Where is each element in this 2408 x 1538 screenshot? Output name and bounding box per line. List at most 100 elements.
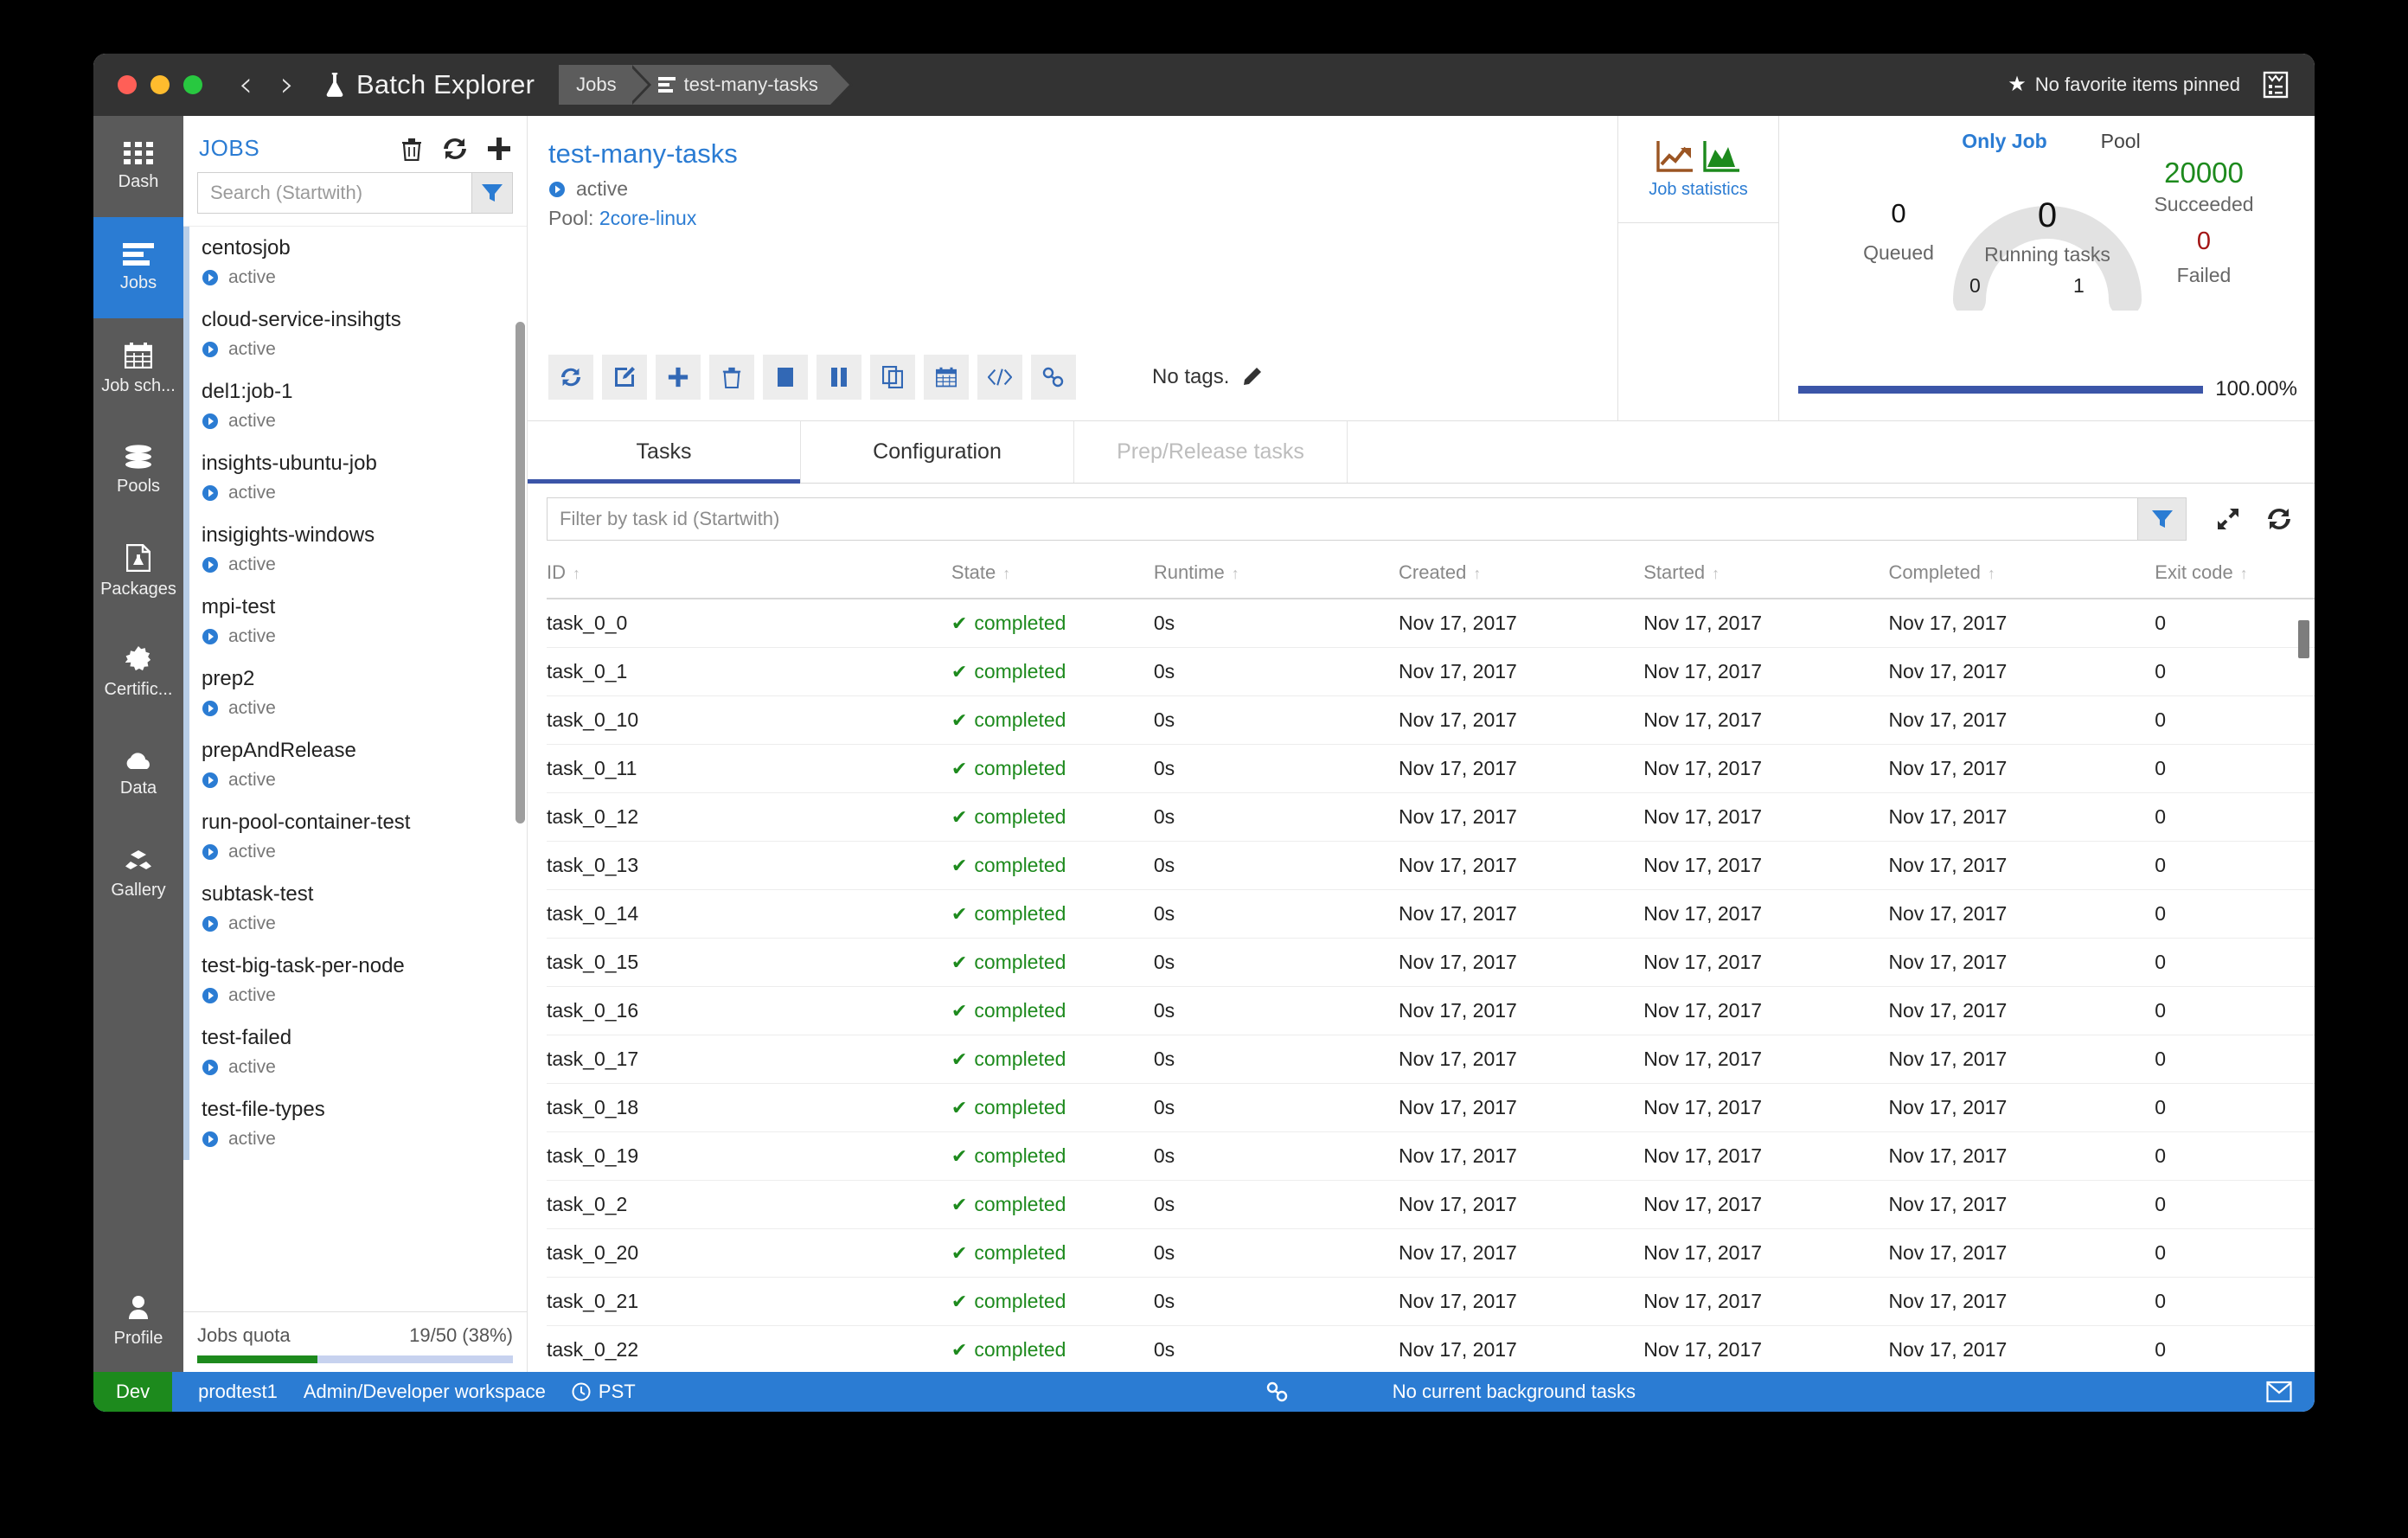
maximize-window-button[interactable] bbox=[183, 75, 202, 94]
jobs-list[interactable]: centosjobactivecloud-service-insihgtsact… bbox=[183, 226, 527, 1311]
disable-button[interactable] bbox=[817, 355, 861, 400]
column-header-state[interactable]: State↑ bbox=[951, 553, 1154, 599]
job-list-item[interactable]: prepAndReleaseactive bbox=[183, 729, 527, 801]
job-statistics-button[interactable]: Job statistics bbox=[1618, 116, 1778, 223]
job-list-item-state-label: active bbox=[228, 770, 276, 791]
table-row[interactable]: task_0_13✔completed0sNov 17, 2017Nov 17,… bbox=[547, 842, 2315, 890]
link-button[interactable] bbox=[1031, 355, 1076, 400]
check-icon: ✔ bbox=[951, 855, 967, 876]
minimize-window-button[interactable] bbox=[150, 75, 170, 94]
task-table-scrollbar[interactable] bbox=[2298, 620, 2309, 658]
task-filter-input[interactable] bbox=[547, 497, 2138, 541]
schedule-button[interactable] bbox=[924, 355, 969, 400]
edit-button[interactable] bbox=[602, 355, 647, 400]
table-row[interactable]: task_0_2✔completed0sNov 17, 2017Nov 17, … bbox=[547, 1181, 2315, 1229]
plus-icon[interactable] bbox=[487, 137, 511, 161]
column-header-completed[interactable]: Completed↑ bbox=[1888, 553, 2155, 599]
job-list-item[interactable]: cloud-service-insihgtsactive bbox=[183, 298, 527, 370]
sidebar-item-profile[interactable]: Profile bbox=[93, 1271, 183, 1372]
refresh-icon[interactable] bbox=[2266, 507, 2292, 531]
table-row[interactable]: task_0_12✔completed0sNov 17, 2017Nov 17,… bbox=[547, 793, 2315, 842]
column-header-exit-code[interactable]: Exit code↑ bbox=[2155, 553, 2315, 599]
job-list-item[interactable]: test-big-task-per-nodeactive bbox=[183, 945, 527, 1016]
table-row[interactable]: task_0_10✔completed0sNov 17, 2017Nov 17,… bbox=[547, 696, 2315, 745]
status-timezone[interactable]: PST bbox=[546, 1381, 636, 1403]
job-list-item[interactable]: test-failedactive bbox=[183, 1016, 527, 1088]
job-list-item[interactable]: run-pool-container-testactive bbox=[183, 801, 527, 873]
breadcrumb-item-job[interactable]: test-many-tasks bbox=[629, 65, 830, 105]
table-row[interactable]: task_0_18✔completed0sNov 17, 2017Nov 17,… bbox=[547, 1084, 2315, 1132]
job-list-item[interactable]: mpi-testactive bbox=[183, 586, 527, 657]
refresh-button[interactable] bbox=[548, 355, 593, 400]
sidebar-item-data[interactable]: Data bbox=[93, 723, 183, 824]
filter-icon bbox=[2151, 509, 2174, 529]
job-list-item[interactable]: insigights-windowsactive bbox=[183, 514, 527, 586]
column-label: State bbox=[951, 561, 996, 583]
sidebar-item-packages[interactable]: Packages bbox=[93, 521, 183, 622]
terminate-button[interactable] bbox=[763, 355, 808, 400]
table-row[interactable]: task_0_22✔completed0sNov 17, 2017Nov 17,… bbox=[547, 1326, 2315, 1373]
close-window-button[interactable] bbox=[118, 75, 137, 94]
jobs-filter-button[interactable] bbox=[472, 172, 513, 214]
json-button[interactable] bbox=[977, 355, 1022, 400]
forward-button[interactable]: › bbox=[266, 67, 308, 102]
job-pool-link[interactable]: 2core-linux bbox=[599, 207, 697, 229]
column-header-id[interactable]: ID↑ bbox=[547, 553, 951, 599]
refresh-icon[interactable] bbox=[442, 137, 468, 161]
job-list-item[interactable]: del1:job-1active bbox=[183, 370, 527, 442]
table-row[interactable]: task_0_16✔completed0sNov 17, 2017Nov 17,… bbox=[547, 987, 2315, 1035]
job-list-item[interactable]: insights-ubuntu-jobactive bbox=[183, 442, 527, 514]
trash-icon[interactable] bbox=[400, 137, 423, 161]
tab-prep-release-tasks[interactable]: Prep/Release tasks bbox=[1074, 421, 1348, 483]
mail-icon[interactable] bbox=[2266, 1381, 2292, 1403]
delete-button[interactable] bbox=[709, 355, 754, 400]
table-row[interactable]: task_0_15✔completed0sNov 17, 2017Nov 17,… bbox=[547, 939, 2315, 987]
breadcrumb-item-jobs[interactable]: Jobs bbox=[559, 65, 628, 105]
table-row[interactable]: task_0_20✔completed0sNov 17, 2017Nov 17,… bbox=[547, 1229, 2315, 1278]
cell-started: Nov 17, 2017 bbox=[1643, 890, 1888, 939]
column-header-runtime[interactable]: Runtime↑ bbox=[1154, 553, 1399, 599]
table-row[interactable]: task_0_14✔completed0sNov 17, 2017Nov 17,… bbox=[547, 890, 2315, 939]
job-list-item-name: insights-ubuntu-job bbox=[202, 451, 527, 477]
task-table-wrapper[interactable]: ID↑ State↑ Runtime↑ Created↑ bbox=[528, 553, 2315, 1372]
sidebar-item-job-schedules[interactable]: Job sch... bbox=[93, 318, 183, 420]
task-filter-button[interactable] bbox=[2138, 497, 2187, 541]
jobs-list-scrollbar[interactable] bbox=[516, 322, 525, 823]
clone-button[interactable] bbox=[870, 355, 915, 400]
sidebar-item-pools[interactable]: Pools bbox=[93, 420, 183, 521]
job-list-item-state-label: active bbox=[228, 985, 276, 1006]
job-list-item[interactable]: test-file-typesactive bbox=[183, 1088, 527, 1160]
sidebar-item-label: Pools bbox=[117, 477, 160, 497]
tab-configuration[interactable]: Configuration bbox=[801, 421, 1074, 483]
column-header-started[interactable]: Started↑ bbox=[1643, 553, 1888, 599]
tab-tasks[interactable]: Tasks bbox=[528, 421, 801, 483]
environment-badge[interactable]: Dev bbox=[93, 1372, 172, 1412]
table-row[interactable]: task_0_21✔completed0sNov 17, 2017Nov 17,… bbox=[547, 1278, 2315, 1326]
status-account[interactable]: prodtest1 bbox=[172, 1381, 278, 1403]
table-row[interactable]: task_0_1✔completed0sNov 17, 2017Nov 17, … bbox=[547, 648, 2315, 696]
job-list-item[interactable]: subtask-testactive bbox=[183, 873, 527, 945]
table-row[interactable]: task_0_0✔completed0sNov 17, 2017Nov 17, … bbox=[547, 599, 2315, 648]
favorites-indicator[interactable]: ★ No favorite items pinned bbox=[2008, 74, 2240, 96]
sidebar-item-jobs[interactable]: Jobs bbox=[93, 217, 183, 318]
back-button[interactable]: ‹ bbox=[225, 67, 266, 102]
table-row[interactable]: task_0_17✔completed0sNov 17, 2017Nov 17,… bbox=[547, 1035, 2315, 1084]
pencil-icon[interactable] bbox=[1241, 367, 1262, 388]
clipboard-icon[interactable] bbox=[2263, 71, 2289, 99]
job-list-item[interactable]: prep2active bbox=[183, 657, 527, 729]
cell-completed: Nov 17, 2017 bbox=[1888, 1084, 2155, 1132]
sidebar-item-dash[interactable]: Dash bbox=[93, 116, 183, 217]
status-workspace[interactable]: Admin/Developer workspace bbox=[278, 1381, 546, 1403]
expand-icon[interactable] bbox=[2216, 507, 2240, 531]
sidebar-item-certificates[interactable]: Certific... bbox=[93, 622, 183, 723]
gauge-tab-pool[interactable]: Pool bbox=[2101, 130, 2141, 153]
add-task-button[interactable] bbox=[656, 355, 701, 400]
job-list-item[interactable]: centosjobactive bbox=[183, 227, 527, 298]
gauge-tab-only-job[interactable]: Only Job bbox=[1962, 130, 2046, 153]
link-icon[interactable] bbox=[1266, 1381, 1289, 1402]
table-row[interactable]: task_0_11✔completed0sNov 17, 2017Nov 17,… bbox=[547, 745, 2315, 793]
sidebar-item-gallery[interactable]: Gallery bbox=[93, 824, 183, 926]
search-input[interactable] bbox=[197, 172, 472, 214]
column-header-created[interactable]: Created↑ bbox=[1399, 553, 1643, 599]
table-row[interactable]: task_0_19✔completed0sNov 17, 2017Nov 17,… bbox=[547, 1132, 2315, 1181]
